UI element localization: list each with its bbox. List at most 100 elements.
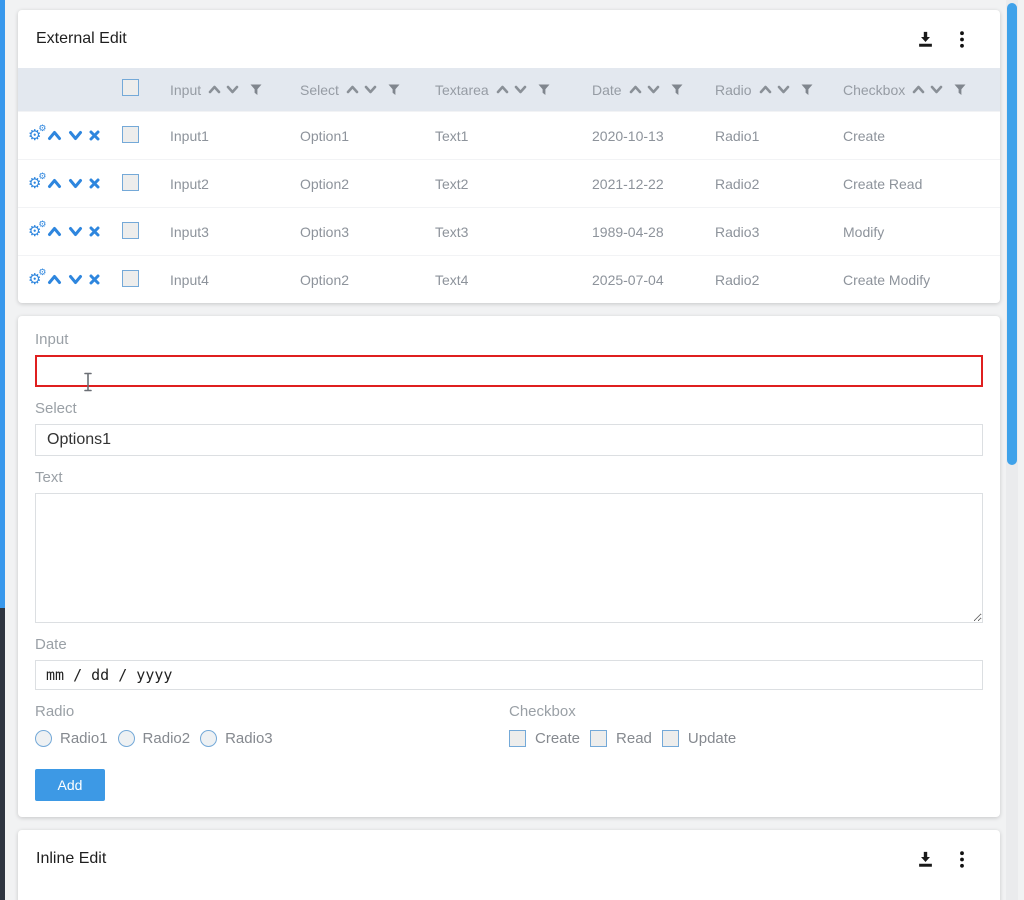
date-field[interactable]: mm / dd / yyyy <box>35 660 983 690</box>
cell-input: Input2 <box>155 176 285 192</box>
column-label: Radio <box>715 82 752 98</box>
radio-button[interactable] <box>200 730 217 747</box>
text-area-field[interactable] <box>35 493 983 623</box>
select-field[interactable]: Options1 <box>35 424 983 456</box>
date-label: Date <box>35 635 983 655</box>
table-header-select-all-cell <box>110 79 155 101</box>
table-column-header: Checkbox <box>828 82 1000 98</box>
filter-icon[interactable] <box>954 84 966 96</box>
delete-row-icon[interactable] <box>89 226 100 237</box>
row-select-cell <box>110 270 155 290</box>
delete-row-icon[interactable] <box>89 274 100 285</box>
page-scrollbar-track[interactable] <box>1006 0 1018 900</box>
row-settings-icon[interactable]: ⚙⚙ <box>28 128 41 143</box>
page-scrollbar-thumb[interactable] <box>1007 3 1017 465</box>
row-checkbox[interactable] <box>122 174 139 191</box>
cell-checkbox: Create <box>828 128 1000 144</box>
column-label: Date <box>592 82 622 98</box>
cell-input: Input1 <box>155 128 285 144</box>
delete-row-icon[interactable] <box>89 178 100 189</box>
card-menu-button[interactable] <box>960 851 964 868</box>
sort-ascending-icon[interactable] <box>346 85 359 94</box>
sort-ascending-icon[interactable] <box>496 85 509 94</box>
row-settings-icon[interactable]: ⚙⚙ <box>28 176 41 191</box>
filter-icon[interactable] <box>538 84 550 96</box>
filter-icon[interactable] <box>801 84 813 96</box>
row-checkbox[interactable] <box>122 126 139 143</box>
add-button[interactable]: Add <box>35 769 105 801</box>
sort-ascending-icon[interactable] <box>208 85 221 94</box>
sort-descending-icon[interactable] <box>514 85 527 94</box>
inline-edit-card: Inline Edit <box>18 830 1000 900</box>
move-row-down-icon[interactable] <box>68 178 83 189</box>
filter-icon[interactable] <box>250 84 262 96</box>
move-row-down-icon[interactable] <box>68 226 83 237</box>
cell-select: Option2 <box>285 176 420 192</box>
row-settings-icon[interactable]: ⚙⚙ <box>28 224 41 239</box>
drawer-edge-blue <box>0 0 5 608</box>
move-row-up-icon[interactable] <box>47 274 62 285</box>
cell-input: Input4 <box>155 272 285 288</box>
checkbox-option[interactable]: Create <box>509 730 580 747</box>
checkbox-option-label: Read <box>616 730 652 747</box>
small-cog-icon: ⚙ <box>38 220 46 229</box>
move-row-up-icon[interactable] <box>47 130 62 141</box>
card-title: External Edit <box>36 30 917 48</box>
sort-ascending-icon[interactable] <box>759 85 772 94</box>
radio-option[interactable]: Radio1 <box>35 730 108 747</box>
row-select-cell <box>110 174 155 194</box>
sort-ascending-icon[interactable] <box>912 85 925 94</box>
export-download-button[interactable] <box>917 851 934 868</box>
cell-radio: Radio2 <box>700 272 828 288</box>
row-settings-icon[interactable]: ⚙⚙ <box>28 272 41 287</box>
card-menu-button[interactable] <box>960 31 964 48</box>
checkbox-group: Checkbox Create Read <box>509 702 983 747</box>
table-column-header: Radio <box>700 82 828 98</box>
column-label: Textarea <box>435 82 489 98</box>
sort-descending-icon[interactable] <box>930 85 943 94</box>
checkbox-box[interactable] <box>509 730 526 747</box>
cell-select: Option1 <box>285 128 420 144</box>
table-header-row: Input Select <box>18 68 1000 111</box>
download-icon <box>917 31 934 48</box>
radio-option-label: Radio2 <box>143 730 191 747</box>
cell-textarea: Text2 <box>420 176 577 192</box>
sort-descending-icon[interactable] <box>777 85 790 94</box>
select-all-checkbox[interactable] <box>122 79 139 96</box>
sort-descending-icon[interactable] <box>647 85 660 94</box>
download-icon <box>917 851 934 868</box>
input-field[interactable] <box>35 355 983 387</box>
row-checkbox[interactable] <box>122 270 139 287</box>
row-checkbox[interactable] <box>122 222 139 239</box>
radio-option[interactable]: Radio2 <box>118 730 191 747</box>
sort-ascending-icon[interactable] <box>629 85 642 94</box>
delete-row-icon[interactable] <box>89 130 100 141</box>
sort-descending-icon[interactable] <box>226 85 239 94</box>
move-row-up-icon[interactable] <box>47 178 62 189</box>
filter-icon[interactable] <box>388 84 400 96</box>
checkbox-box[interactable] <box>662 730 679 747</box>
sort-descending-icon[interactable] <box>364 85 377 94</box>
cell-date: 2021-12-22 <box>577 176 700 192</box>
move-row-down-icon[interactable] <box>68 130 83 141</box>
move-row-up-icon[interactable] <box>47 226 62 237</box>
radio-option[interactable]: Radio3 <box>200 730 273 747</box>
table-body: ⚙⚙ Input1 O <box>18 111 1000 303</box>
cell-date: 2020-10-13 <box>577 128 700 144</box>
text-label: Text <box>35 468 983 488</box>
main-content: External Edit <box>18 10 1000 900</box>
column-label: Checkbox <box>843 82 905 98</box>
checkbox-box[interactable] <box>590 730 607 747</box>
checkbox-option[interactable]: Update <box>662 730 736 747</box>
cell-radio: Radio1 <box>700 128 828 144</box>
export-download-button[interactable] <box>917 31 934 48</box>
checkbox-option[interactable]: Read <box>590 730 652 747</box>
radio-button[interactable] <box>118 730 135 747</box>
radio-button[interactable] <box>35 730 52 747</box>
external-edit-card-header: External Edit <box>18 10 1000 68</box>
table-row: ⚙⚙ Input4 O <box>18 255 1000 303</box>
move-row-down-icon[interactable] <box>68 274 83 285</box>
filter-icon[interactable] <box>671 84 683 96</box>
row-actions-cell: ⚙⚙ <box>18 128 110 143</box>
radio-option-label: Radio1 <box>60 730 108 747</box>
